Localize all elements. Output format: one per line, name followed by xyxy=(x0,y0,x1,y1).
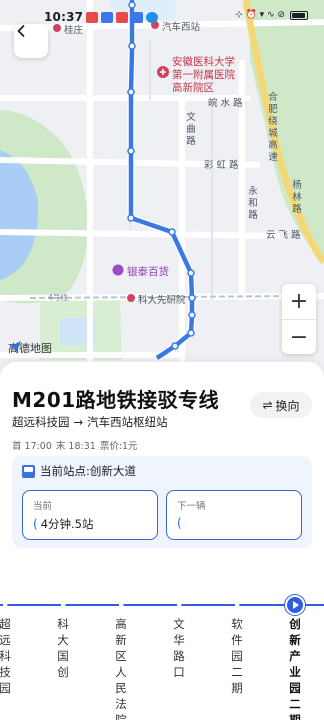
chevron-left-icon xyxy=(17,25,25,37)
map-label-caihong-road: 彩 虹 路 xyxy=(204,160,239,171)
map-label-hospital-3: 高新院区 xyxy=(172,82,214,94)
route-stop-marker xyxy=(187,329,195,337)
map-label-hefei-ring: 合肥绕城高速 xyxy=(268,92,278,163)
map-logo: 高德地图 xyxy=(8,340,52,356)
route-stop-marker xyxy=(188,311,196,319)
status-time: 10:37 xyxy=(44,10,84,24)
stop-name: 创新产业园二期 xyxy=(289,617,301,720)
shopping-pin xyxy=(112,264,124,276)
navigation-arrow-icon xyxy=(9,341,21,353)
map-label-line4: 4号线 xyxy=(48,293,68,302)
next-bus-label: 下一辆 xyxy=(177,501,206,512)
route-stop-marker xyxy=(171,342,179,350)
map-label-yonghe-road: 永和路 xyxy=(248,186,258,221)
notification-icon xyxy=(116,12,128,23)
map-view[interactable]: 10:37 ⊹ ⏰ ▾ ∿ ⊘ 桂庄 汽车西站 安徽医科大学 第一附属医院 高新… xyxy=(0,0,324,400)
notification-icon xyxy=(131,12,143,23)
route-stop-marker xyxy=(127,147,135,155)
next-bus-box[interactable]: 下一辆 ( xyxy=(166,490,302,540)
fare: 票价:1元 xyxy=(99,441,138,452)
route-schedule: 首 17:00 末 18:31 票价:1元 xyxy=(12,438,138,452)
map-label-yanglin-road: 杨林路 xyxy=(292,180,302,215)
current-station-header: 当前站点:创新大道 xyxy=(22,463,136,479)
direction-arrow-icon xyxy=(61,601,66,609)
route-stop-marker xyxy=(168,228,176,236)
stop-name: 高新区人民法院 xyxy=(115,617,127,720)
last-bus-time: 末 18:31 xyxy=(55,441,96,452)
status-bar: 10:37 ⊹ ⏰ ▾ ∿ ⊘ xyxy=(0,0,324,34)
route-title: M201路地铁接驳专线 xyxy=(12,388,220,412)
stop-name: 软件园二期 xyxy=(231,617,243,695)
arrow-right-icon: → xyxy=(73,415,84,429)
institute-pin xyxy=(127,294,135,302)
route-stop-marker xyxy=(127,214,135,222)
next-bus-eta: ( xyxy=(177,516,185,530)
route-direction: 超远科技园 → 汽车西站枢纽站 xyxy=(12,414,168,430)
map-label-yunfei-road: 云 飞 路 xyxy=(266,230,301,241)
swap-icon: ⇌ xyxy=(262,398,273,412)
zoom-control: + − xyxy=(282,284,316,354)
direction-arrow-icon xyxy=(119,601,124,609)
route-origin: 超远科技园 xyxy=(12,415,70,429)
direction-arrow-icon xyxy=(177,601,182,609)
map-label-yintai: 银泰百货 xyxy=(127,266,169,278)
notification-icon xyxy=(86,12,98,23)
direction-arrow-icon xyxy=(3,601,8,609)
notification-icons xyxy=(86,12,158,23)
zoom-in-button[interactable]: + xyxy=(282,284,316,319)
status-right-icons: ⊹ ⏰ ▾ ∿ ⊘ xyxy=(235,10,308,20)
route-stop-marker xyxy=(128,42,136,50)
current-station-card: 当前站点:创新大道 当前 ( 4分钟.5站 下一辆 ( xyxy=(12,456,312,548)
map-label-wanshui-road: 皖 水 路 xyxy=(208,98,243,109)
current-bus-eta: ( 4分钟.5站 xyxy=(33,516,93,532)
current-bus-label: 当前 xyxy=(33,501,53,512)
stop-list: 超远科技园 科大国创 高新区人民法院 文华路口 软件园二期 创新产业园二期 xyxy=(0,595,324,720)
current-station-label: 当前站点:创新大道 xyxy=(40,464,136,478)
map-label-kedaxian: 科大先研院 xyxy=(138,295,186,306)
zoom-out-button[interactable]: − xyxy=(282,319,316,354)
notification-icon xyxy=(101,12,113,23)
route-stop-marker xyxy=(188,294,196,302)
bus-stop-icon xyxy=(22,464,35,478)
current-bus-eta-text: 4分钟.5站 xyxy=(40,517,94,531)
notification-icon xyxy=(146,12,158,23)
route-detail-sheet: M201路地铁接驳专线 ⇌ 换向 超远科技园 → 汽车西站枢纽站 首 17:00… xyxy=(0,362,324,720)
switch-direction-button[interactable]: ⇌ 换向 xyxy=(250,392,312,418)
stop-name: 超远科技园 xyxy=(0,617,11,695)
first-bus-time: 首 17:00 xyxy=(12,441,52,452)
route-stop-marker xyxy=(127,88,135,96)
direction-arrow-icon xyxy=(235,601,240,609)
current-bus-box[interactable]: 当前 ( 4分钟.5站 xyxy=(22,490,158,540)
battery-icon xyxy=(290,10,308,20)
back-button[interactable] xyxy=(14,24,48,58)
park-area-east xyxy=(250,0,324,260)
route-stop-marker xyxy=(187,269,195,277)
status-icons: ⊹ ⏰ ▾ ∿ ⊘ xyxy=(235,10,285,20)
route-destination: 汽车西站枢纽站 xyxy=(87,415,168,429)
stop-name: 文华路口 xyxy=(173,617,185,679)
stop-name: 科大国创 xyxy=(57,617,69,679)
realtime-signal-icon: ( xyxy=(177,516,182,530)
switch-direction-label: 换向 xyxy=(275,398,300,413)
current-stop-marker-icon xyxy=(285,595,305,615)
map-label-wenqu-road: 文曲路 xyxy=(186,112,196,147)
realtime-signal-icon: ( xyxy=(33,517,38,531)
